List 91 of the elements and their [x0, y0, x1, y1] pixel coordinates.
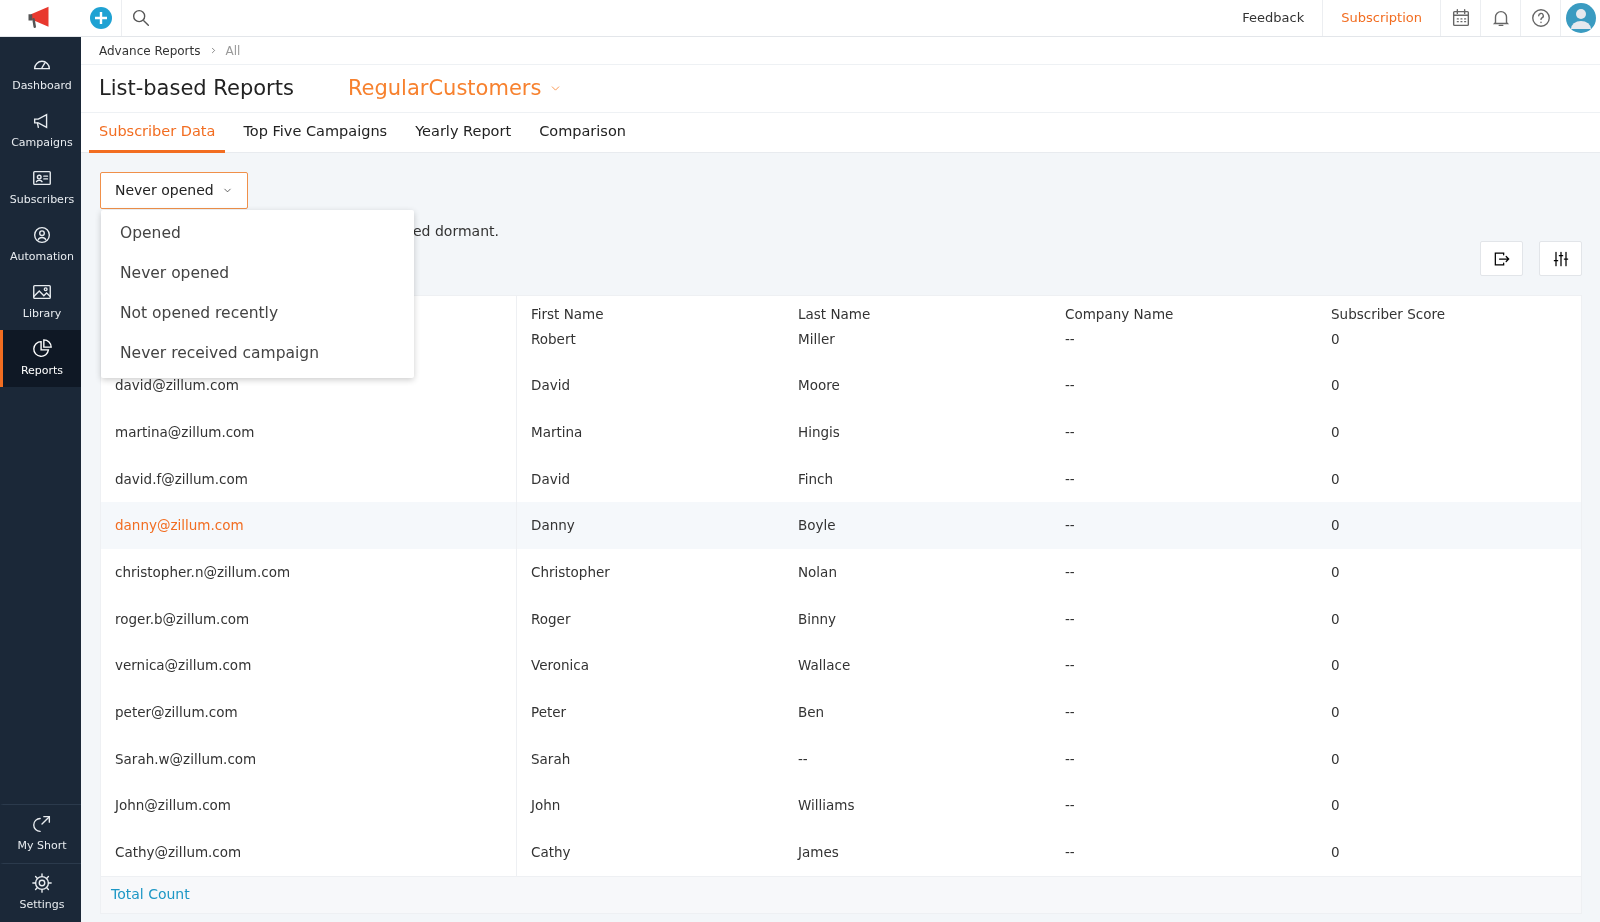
dropdown-option[interactable]: Not opened recently — [101, 294, 414, 334]
table-cell-text: Finch — [798, 469, 834, 489]
table-cell-text: David — [531, 376, 570, 396]
table-cell: Miller — [798, 332, 835, 346]
sidebar-item[interactable]: Automation — [0, 216, 81, 273]
tab[interactable]: Comparison — [529, 113, 636, 153]
email-link[interactable]: david@zillum.com — [115, 375, 239, 396]
table-cell-text: -- — [1065, 469, 1075, 489]
table-cell-text: -- — [1065, 516, 1075, 536]
filter-dropdown[interactable]: Never opened — [100, 172, 248, 209]
sidebar-item[interactable]: Campaigns — [0, 102, 81, 159]
table-cell-text: -- — [798, 749, 808, 769]
column-settings-button[interactable] — [1539, 241, 1582, 276]
dropdown-option[interactable]: Never received campaign — [101, 334, 414, 374]
dropdown-option[interactable]: Never opened — [101, 254, 414, 294]
table-cell-text: Roger — [531, 609, 571, 629]
table-cell-text: 0 — [1331, 376, 1340, 396]
table-cell-text: Peter — [531, 703, 567, 723]
table-cell-text: 0 — [1331, 422, 1340, 442]
sidebar-item[interactable]: Dashboard — [0, 45, 81, 102]
table-cell-text: David — [531, 469, 570, 489]
settings-icon — [31, 872, 53, 895]
table-cell-text: -- — [1065, 422, 1075, 442]
table-cell-text: Wallace — [798, 656, 851, 676]
breadcrumb-link[interactable]: Advance Reports — [99, 41, 201, 60]
table-cell-text: -- — [1065, 562, 1075, 582]
email-link[interactable]: John@zillum.com — [115, 795, 232, 816]
email-link[interactable]: roger.b@zillum.com — [115, 608, 250, 629]
table-cell-text: -- — [1065, 609, 1075, 629]
email-link[interactable]: peter@zillum.com — [115, 702, 238, 723]
sidebar-item[interactable]: Subscribers — [0, 159, 81, 216]
table-cell-text: Binny — [798, 609, 837, 629]
table-cell-text: 0 — [1331, 749, 1340, 769]
table-cell-text: Hingis — [798, 422, 840, 442]
table-cell-text: Danny — [531, 516, 575, 536]
table-cell: -- — [1065, 332, 1075, 346]
help-icon — [1529, 7, 1552, 29]
column-header: Last Name — [797, 304, 872, 324]
column-header: First Name — [530, 304, 605, 324]
email-link[interactable]: Cathy@zillum.com — [115, 842, 242, 863]
add-button[interactable] — [89, 6, 113, 30]
table-cell-text: Christopher — [531, 562, 610, 582]
table-cell-text: Cathy — [531, 843, 571, 863]
total-count-label: Total Count — [111, 885, 190, 905]
table-cell: Robert — [531, 332, 576, 346]
pie-chart-icon — [31, 337, 53, 360]
avatar-icon[interactable] — [1565, 3, 1596, 33]
table-cell-text: John — [531, 796, 561, 816]
table-cell-text: 0 — [1331, 609, 1340, 629]
description-text: ed dormant. — [413, 222, 500, 241]
table-cell-text: Martina — [531, 422, 583, 442]
table-cell-text: -- — [1065, 376, 1075, 396]
table-cell-text: 0 — [1331, 469, 1340, 489]
sidebar-item[interactable]: Reports — [0, 330, 81, 387]
column-header: Subscriber Score — [1330, 304, 1446, 324]
table-cell-text: -- — [1065, 749, 1075, 769]
tab[interactable]: Top Five Campaigns — [233, 113, 398, 153]
search-icon — [130, 7, 152, 29]
email-link[interactable]: vernica@zillum.com — [115, 655, 252, 676]
table-cell-text: 0 — [1331, 562, 1340, 582]
table-cell-text: -- — [1065, 796, 1075, 816]
table-cell-text: James — [798, 843, 839, 863]
column-header: Company Name — [1064, 304, 1175, 324]
email-link[interactable]: david.f@zillum.com — [115, 468, 248, 489]
table-cell-text: Williams — [798, 796, 855, 816]
table-cell-text: Nolan — [798, 562, 837, 582]
table-cell-text: 0 — [1331, 516, 1340, 536]
table-cell-text: Boyle — [798, 516, 836, 536]
table-cell-text: 0 — [1331, 703, 1340, 723]
email-link[interactable]: Sarah.w@zillum.com — [115, 748, 257, 769]
table-cell-text: 0 — [1331, 796, 1340, 816]
export-button[interactable] — [1480, 241, 1523, 276]
table-cell-text: Sarah — [531, 749, 571, 769]
sidebar-item[interactable]: My Short — [0, 804, 81, 863]
email-link[interactable]: martina@zillum.com — [115, 421, 255, 443]
table-cell-text: Veronica — [531, 656, 589, 676]
table-cell: 0 — [1331, 332, 1340, 346]
sidebar-item[interactable]: Library — [0, 273, 81, 330]
top-link[interactable]: Feedback — [1224, 8, 1323, 28]
table-cell-text: Ben — [798, 703, 825, 723]
table-cell-text: 0 — [1331, 843, 1340, 863]
page-title: List-based Reports — [99, 74, 294, 102]
table-cell-text: 0 — [1331, 656, 1340, 676]
table-cell-text: -- — [1065, 703, 1075, 723]
email-link[interactable]: christopher.n@zillum.com — [115, 561, 291, 583]
tab[interactable]: Yearly Report — [405, 113, 522, 153]
dropdown-option[interactable]: Opened — [101, 214, 414, 254]
sidebar-item[interactable]: Settings — [0, 863, 81, 922]
table-cell-text: -- — [1065, 656, 1075, 676]
table-cell-text: -- — [1065, 843, 1075, 863]
table-cell-text: Moore — [798, 376, 840, 396]
